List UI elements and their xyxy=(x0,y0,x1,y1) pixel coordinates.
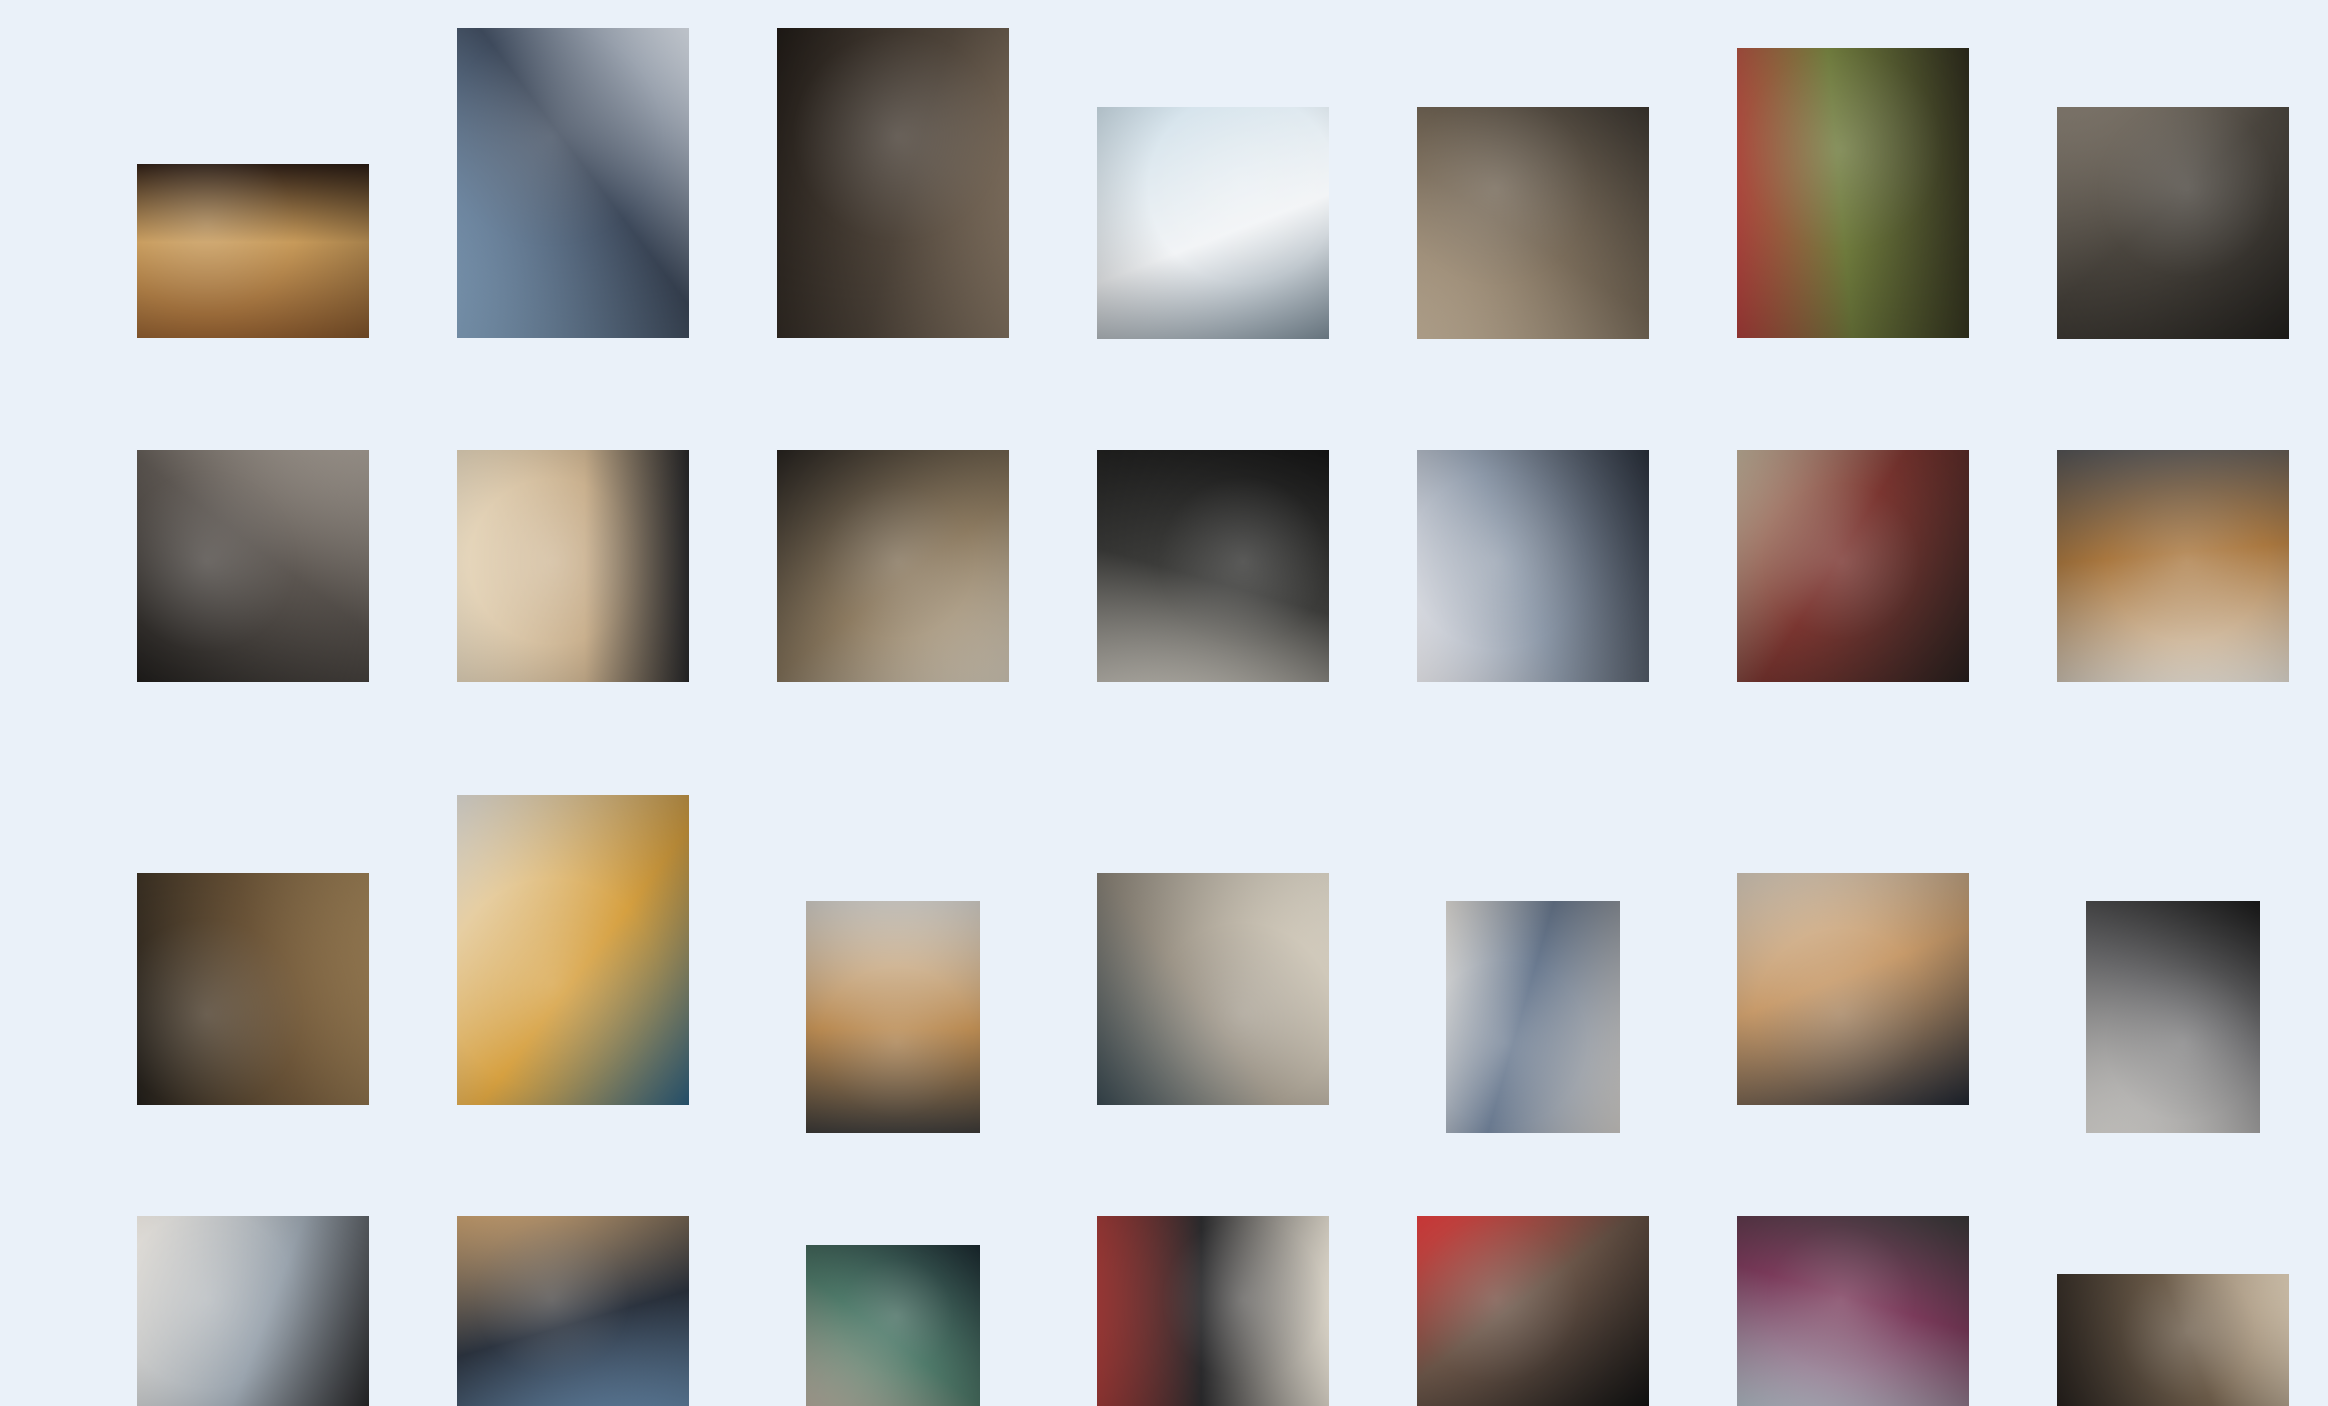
photo-shade xyxy=(1097,450,1329,682)
photo-shade xyxy=(1737,48,1969,338)
photo-shade xyxy=(137,450,369,682)
photo-shade xyxy=(457,450,689,682)
photo-thumbnail-window-reflection[interactable] xyxy=(2057,107,2289,339)
photo-thumbnail-night-closeup[interactable] xyxy=(1417,1216,1649,1406)
photo-shade xyxy=(1097,1216,1329,1406)
photo-shade xyxy=(1737,450,1969,682)
photo-shade xyxy=(137,164,369,338)
photo-shade xyxy=(1446,901,1620,1133)
photo-thumbnail-hallway-cat[interactable] xyxy=(1097,1216,1329,1406)
photo-thumbnail-upside-down-street[interactable] xyxy=(2057,1274,2289,1406)
photo-thumbnail-bed-phone[interactable] xyxy=(1097,873,1329,1105)
photo-thumbnail-shop-sombrero[interactable] xyxy=(777,450,1009,682)
photo-thumbnail-bar-drinks[interactable] xyxy=(137,873,369,1105)
photo-thumbnail-night-portrait[interactable] xyxy=(777,28,1009,338)
photo-thumbnail-restaurant-dinner[interactable] xyxy=(137,450,369,682)
photo-thumbnail-breakfast-tray[interactable] xyxy=(457,795,689,1105)
photo-thumbnail-empty-room-cat[interactable] xyxy=(2057,450,2289,682)
photo-shade xyxy=(137,873,369,1105)
photo-shade xyxy=(806,1245,980,1406)
photo-thumbnail-holiday-window[interactable] xyxy=(1417,450,1649,682)
photo-thumbnail-bar-window[interactable] xyxy=(1737,450,1969,682)
photo-shade xyxy=(1097,873,1329,1105)
photo-thumbnail-city-plaza-dusk[interactable] xyxy=(457,28,689,338)
photo-shade xyxy=(2057,450,2289,682)
photo-shade xyxy=(457,28,689,338)
photo-shade xyxy=(2086,901,2260,1133)
photo-thumbnail-theme-park-street[interactable] xyxy=(1737,1216,1969,1406)
photo-thumbnail-meeting-room[interactable] xyxy=(1446,901,1620,1133)
photo-shade xyxy=(777,450,1009,682)
photo-thumbnail-tv-dance[interactable] xyxy=(806,1245,980,1406)
photo-thumbnail-magnifier-closeup[interactable] xyxy=(1737,873,1969,1105)
photo-thumbnail-laptop-screen[interactable] xyxy=(457,1216,689,1406)
photo-shade xyxy=(457,1216,689,1406)
photo-thumbnail-upside-down-selfie[interactable] xyxy=(2086,901,2260,1133)
photo-shade xyxy=(2057,107,2289,339)
photo-shade xyxy=(806,901,980,1133)
photo-shade xyxy=(137,1216,369,1406)
photo-thumbnail-white-wall-mural[interactable] xyxy=(1097,107,1329,339)
photo-thumbnail-dark-doorway[interactable] xyxy=(1097,450,1329,682)
photo-thumbnail-woman-with-cat[interactable] xyxy=(457,450,689,682)
photo-thumbnail-mirror-selfie[interactable] xyxy=(137,1216,369,1406)
photo-shade xyxy=(457,795,689,1105)
photo-shade xyxy=(2057,1274,2289,1406)
photo-thumbnail-tilted-room[interactable] xyxy=(806,901,980,1133)
photo-shade xyxy=(1737,873,1969,1105)
photo-shade xyxy=(1417,1216,1649,1406)
photo-shade xyxy=(1417,450,1649,682)
photo-thumbnail-warm-cafe[interactable] xyxy=(137,164,369,338)
photo-shade xyxy=(777,28,1009,338)
photo-thumbnail-flowers-night[interactable] xyxy=(1737,48,1969,338)
photo-shade xyxy=(1417,107,1649,339)
photo-grid xyxy=(0,0,2328,1406)
photo-shade xyxy=(1737,1216,1969,1406)
photo-thumbnail-shop-interior[interactable] xyxy=(1417,107,1649,339)
photo-shade xyxy=(1097,107,1329,339)
